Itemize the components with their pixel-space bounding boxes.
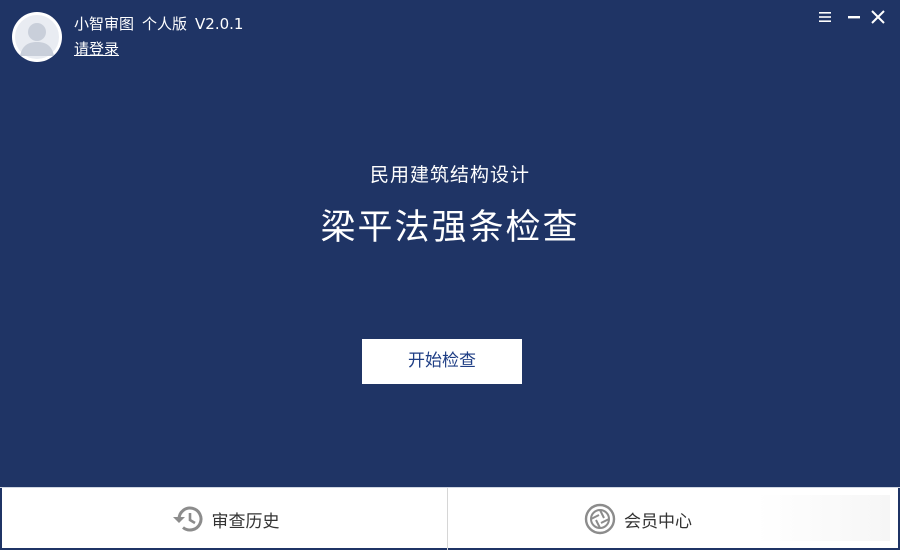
history-clock-icon <box>172 506 202 532</box>
history-label: 审查历史 <box>211 511 280 532</box>
menu-button[interactable] <box>814 6 836 28</box>
login-link[interactable]: 请登录 <box>74 38 119 59</box>
member-aperture-icon <box>584 503 616 535</box>
minimize-button[interactable] <box>843 6 865 28</box>
start-check-button[interactable]: 开始检查 <box>362 339 522 384</box>
app-title: 小智审图 个人版 V2.0.1 <box>74 13 243 34</box>
history-button[interactable]: 审查历史 <box>2 488 447 550</box>
hamburger-menu-icon <box>819 12 831 22</box>
app-name: 小智审图 <box>74 15 135 33</box>
version-label: V2.0.1 <box>195 15 244 33</box>
app-window: 小智审图 个人版 V2.0.1 请登录 民用建筑结构设计 梁平法强条检查 开始检查 <box>0 0 900 550</box>
user-silhouette-icon <box>13 13 61 61</box>
page-title: 梁平法强条检查 <box>320 208 580 248</box>
bottom-bar: 审查历史 会员中心 <box>0 487 900 550</box>
main-panel: 小智审图 个人版 V2.0.1 请登录 民用建筑结构设计 梁平法强条检查 开始检查 <box>0 0 900 487</box>
subtitle: 民用建筑结构设计 <box>369 164 530 186</box>
close-button[interactable] <box>867 6 889 28</box>
member-center-label: 会员中心 <box>624 511 692 532</box>
edition-label: 个人版 <box>142 15 188 33</box>
avatar[interactable] <box>12 12 62 62</box>
watermark-overlay <box>700 495 890 541</box>
close-icon <box>871 10 885 24</box>
minimize-icon <box>848 16 860 19</box>
